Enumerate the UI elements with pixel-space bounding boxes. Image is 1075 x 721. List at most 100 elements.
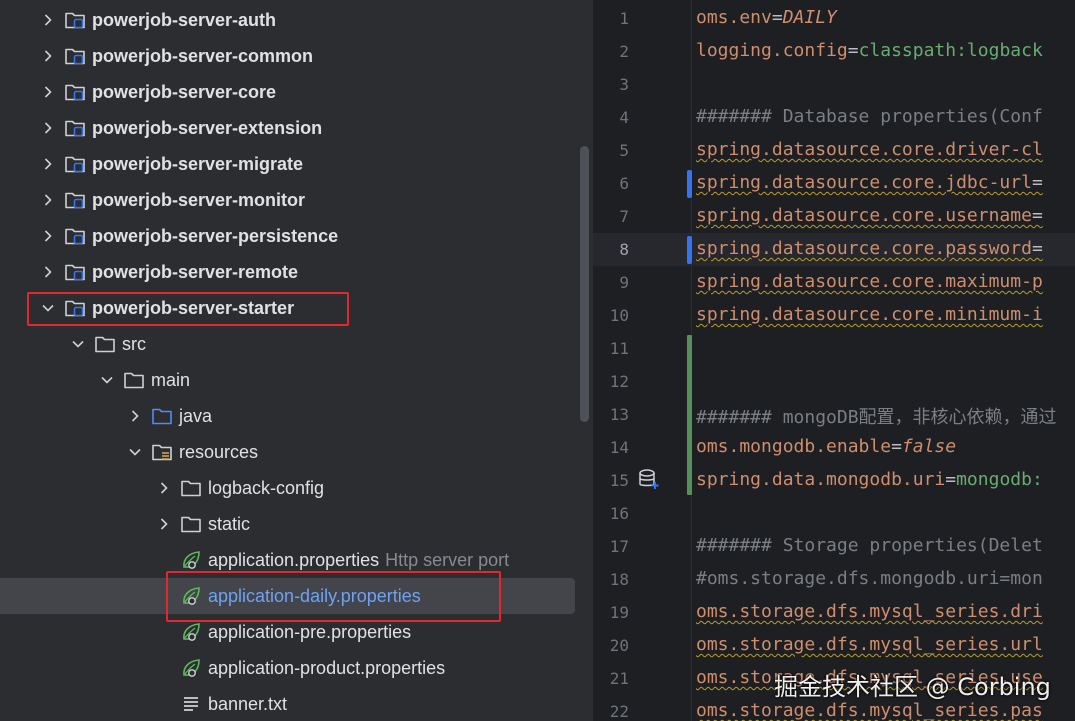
- equals-sign: =: [891, 436, 902, 457]
- line-number: 4: [619, 108, 629, 127]
- property-key: oms.mongodb.enable: [696, 436, 892, 457]
- tree-item-label: static: [208, 513, 251, 534]
- tree-item[interactable]: main: [0, 362, 580, 398]
- equals-sign: =: [847, 40, 859, 61]
- database-add-icon[interactable]: [638, 468, 660, 490]
- highlight-box-starter-module: [27, 292, 349, 326]
- line-number: 10: [609, 306, 629, 325]
- chevron-right-icon[interactable]: [40, 48, 56, 64]
- chevron-down-icon[interactable]: [127, 444, 143, 460]
- tree-item[interactable]: powerjob-server-auth: [0, 2, 580, 38]
- chevron-right-icon[interactable]: [40, 156, 56, 172]
- tree-item[interactable]: powerjob-server-common: [0, 38, 580, 74]
- line-number: 21: [609, 669, 629, 688]
- code-line: oms.storage.dfs.mysql_series.url: [696, 634, 1043, 655]
- vcs-modified-marker: [687, 236, 692, 264]
- tree-item[interactable]: banner.txt: [0, 686, 580, 721]
- tree-item-label: application-product.properties: [208, 657, 446, 678]
- tree-item[interactable]: powerjob-server-remote: [0, 254, 580, 290]
- line-number: 6: [619, 174, 629, 193]
- tree-item[interactable]: powerjob-server-core: [0, 74, 580, 110]
- tree-scrollbar[interactable]: [580, 146, 589, 422]
- tree-item-label: powerjob-server-core: [92, 81, 277, 102]
- tree-item-label: powerjob-server-persistence: [92, 225, 339, 246]
- code-line: spring.datasource.core.password=: [696, 238, 1043, 259]
- line-number: 15: [609, 471, 629, 490]
- folder-icon: [94, 333, 116, 355]
- property-key: spring.datasource.core.minimum-i: [696, 304, 1043, 325]
- tree-item[interactable]: powerjob-server-extension: [0, 110, 580, 146]
- tree-item-label: powerjob-server-remote: [92, 261, 299, 282]
- line-number: 14: [609, 438, 629, 457]
- tree-item-label: resources: [179, 441, 259, 462]
- equals-sign: =: [945, 469, 957, 490]
- line-number: 16: [609, 504, 629, 523]
- module-folder-icon: [64, 261, 86, 283]
- tree-item-label: application.properties: [208, 549, 380, 570]
- line-number: 5: [619, 141, 629, 160]
- tree-item[interactable]: src: [0, 326, 580, 362]
- module-folder-icon: [64, 225, 86, 247]
- text-file-icon: [180, 693, 202, 715]
- comment-text: #oms.storage.dfs.mongodb.uri=mon: [696, 568, 1043, 589]
- module-folder-icon: [64, 81, 86, 103]
- vcs-added-marker: [687, 335, 692, 495]
- module-folder-icon: [64, 189, 86, 211]
- line-number: 22: [609, 702, 629, 721]
- chevron-right-icon[interactable]: [40, 12, 56, 28]
- code-line: spring.datasource.core.minimum-i: [696, 304, 1043, 325]
- folder-icon: [180, 477, 202, 499]
- tree-item-hint: Http server port: [385, 549, 510, 570]
- line-number: 3: [619, 75, 629, 94]
- module-folder-icon: [64, 117, 86, 139]
- code-line: oms.mongodb.enable=false: [696, 436, 956, 457]
- property-key: spring.datasource.core.jdbc-url: [696, 172, 1032, 193]
- line-number: 2: [619, 42, 629, 61]
- code-line: spring.datasource.core.jdbc-url=: [696, 172, 1043, 193]
- tree-item[interactable]: powerjob-server-monitor: [0, 182, 580, 218]
- code-line: ####### Database properties(Conf: [696, 106, 1043, 127]
- code-line: ####### Storage properties(Delet: [696, 535, 1043, 556]
- folder-icon: [123, 369, 145, 391]
- property-value: DAILY: [782, 7, 837, 28]
- property-key: oms.storage.dfs.mysql_series.url: [696, 634, 1043, 655]
- code-line: spring.data.mongodb.uri=mongodb:: [696, 469, 1043, 490]
- property-key: spring.datasource.core.driver-cl: [696, 139, 1043, 160]
- chevron-right-icon[interactable]: [156, 516, 172, 532]
- chevron-right-icon[interactable]: [127, 408, 143, 424]
- watermark: 掘金技术社区 @ Corbing: [774, 673, 1051, 701]
- code-editor[interactable]: 1 oms.env=DAILY 2 logging.config=classpath:…: [593, 0, 1075, 721]
- tree-item[interactable]: application-product.properties: [0, 650, 580, 686]
- property-value: classpath:logback: [858, 40, 1043, 61]
- chevron-right-icon[interactable]: [40, 120, 56, 136]
- comment-text: ####### Storage properties(Delet: [696, 535, 1043, 556]
- equals-sign: =: [1031, 172, 1043, 193]
- code-line: spring.datasource.core.username=: [696, 205, 1043, 226]
- line-number: 9: [619, 273, 629, 292]
- chevron-right-icon[interactable]: [40, 84, 56, 100]
- tree-item[interactable]: powerjob-server-migrate: [0, 146, 580, 182]
- module-folder-icon: [64, 9, 86, 31]
- source-folder-icon: [151, 405, 173, 427]
- tree-item-label: banner.txt: [208, 693, 288, 714]
- chevron-right-icon[interactable]: [156, 480, 172, 496]
- line-number: 8: [619, 240, 629, 259]
- tree-item[interactable]: static: [0, 506, 580, 542]
- property-value: mongodb:: [956, 469, 1043, 490]
- chevron-right-icon[interactable]: [40, 192, 56, 208]
- highlight-box-daily-properties: [166, 571, 501, 622]
- tree-item[interactable]: logback-config: [0, 470, 580, 506]
- chevron-right-icon[interactable]: [40, 264, 56, 280]
- tree-item[interactable]: java: [0, 398, 580, 434]
- tree-item[interactable]: resources: [0, 434, 580, 470]
- tree-item[interactable]: powerjob-server-persistence: [0, 218, 580, 254]
- code-line: oms.storage.dfs.mysql_series.dri: [696, 601, 1043, 622]
- chevron-right-icon[interactable]: [40, 228, 56, 244]
- chevron-down-icon[interactable]: [99, 372, 115, 388]
- spring-properties-icon: [180, 657, 202, 679]
- chevron-down-icon[interactable]: [70, 336, 86, 352]
- tree-item-label: powerjob-server-migrate: [92, 153, 304, 174]
